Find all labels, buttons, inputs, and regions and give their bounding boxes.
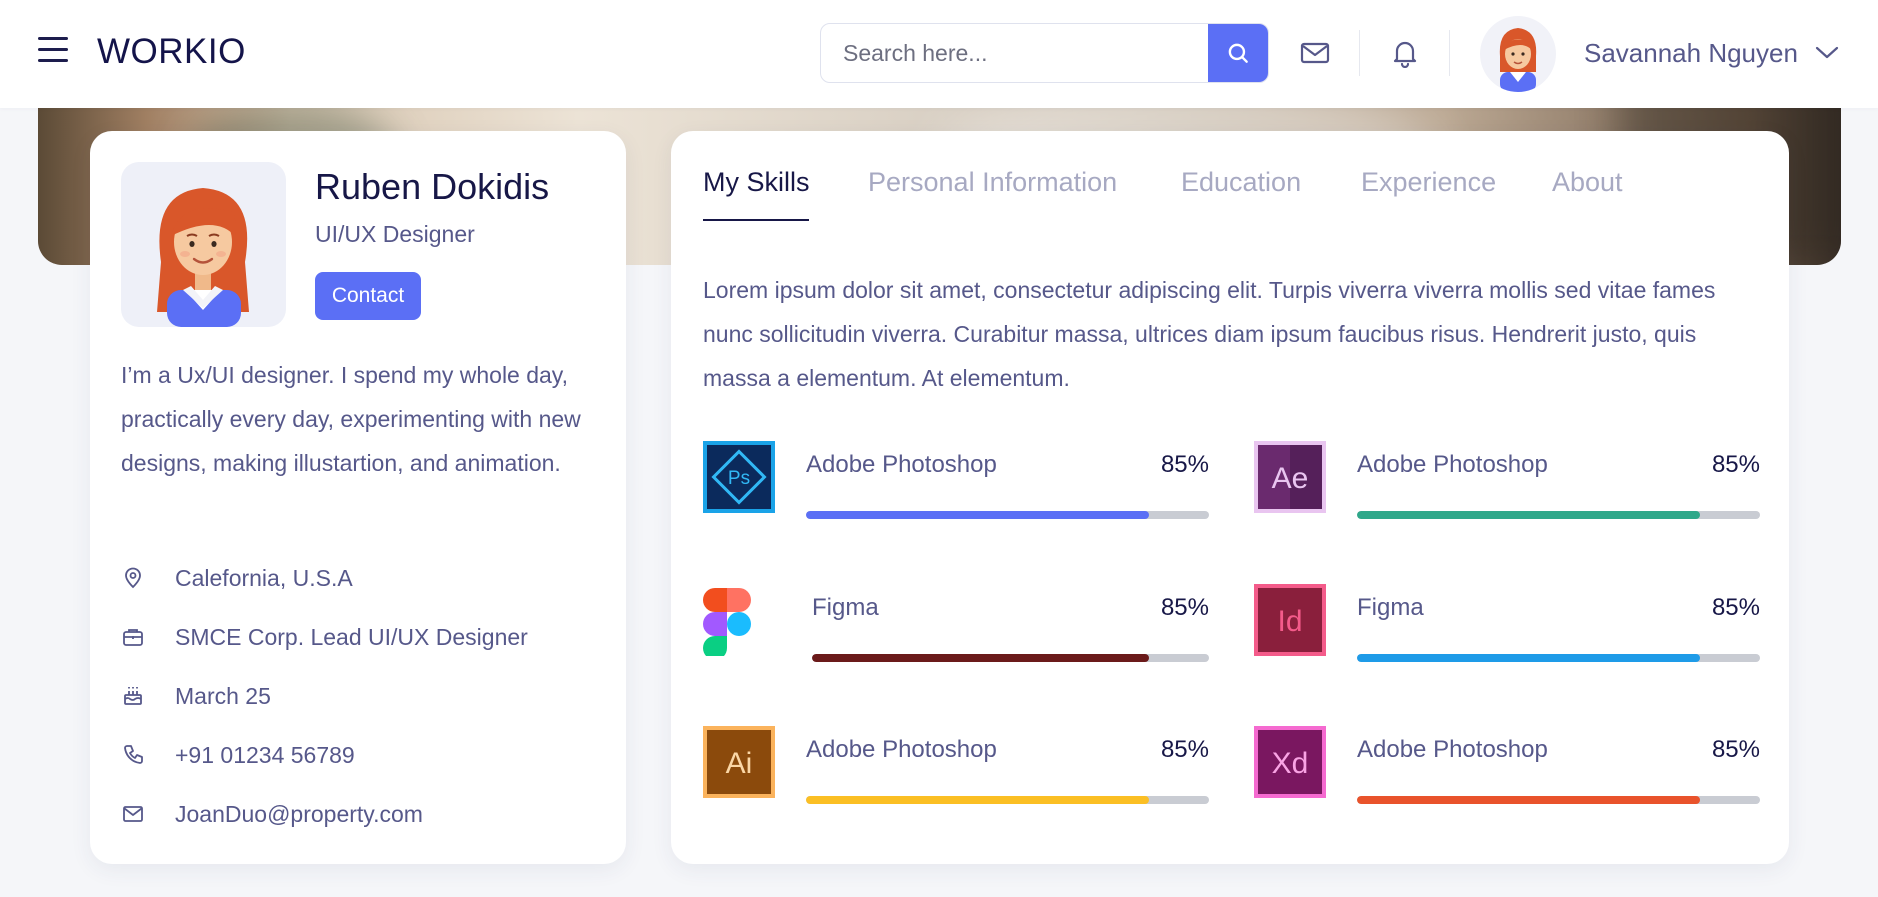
skill-item: Ae Adobe Photoshop 85% — [1254, 441, 1760, 521]
skill-percent: 85% — [1160, 451, 1209, 478]
skill-progress-track — [806, 796, 1209, 804]
skill-percent: 85% — [1160, 736, 1209, 763]
briefcase-icon — [121, 625, 145, 649]
skill-progress-track — [806, 511, 1209, 519]
skill-name: Adobe Photoshop — [806, 736, 997, 763]
skill-name: Figma — [812, 594, 879, 621]
bell-icon — [1393, 41, 1417, 68]
skill-name: Adobe Photoshop — [1357, 451, 1548, 478]
hamburger-menu-icon[interactable] — [38, 37, 70, 67]
svg-text:Xd: Xd — [1272, 747, 1309, 780]
skill-item: Ps Adobe Photoshop 85% — [703, 441, 1209, 521]
notification-button[interactable] — [1388, 36, 1422, 70]
info-birthday-text: March 25 — [175, 682, 271, 709]
active-tab-indicator — [703, 219, 809, 221]
skills-description: Lorem ipsum dolor sit amet, consectetur … — [703, 277, 1716, 391]
skill-progress-track — [812, 654, 1209, 662]
info-phone-text[interactable]: +91 01234 56789 — [175, 742, 355, 769]
skill-item: Ai Adobe Photoshop 85% — [703, 726, 1209, 806]
skill-percent: 85% — [1160, 594, 1209, 621]
svg-text:Ps: Ps — [728, 468, 750, 489]
info-company-text: SMCE Corp. Lead UI/UX Designer — [175, 623, 528, 650]
svg-text:Ai: Ai — [726, 747, 753, 780]
info-location: Calefornia, U.S.A — [121, 558, 353, 598]
birthday-cake-icon — [121, 684, 145, 708]
chevron-down-icon[interactable] — [1815, 44, 1839, 60]
info-location-text: Calefornia, U.S.A — [175, 564, 353, 591]
header-divider — [1449, 30, 1450, 76]
search-button[interactable] — [1208, 24, 1268, 82]
skill-item: Xd Adobe Photoshop 85% — [1254, 726, 1760, 806]
info-email: JoanDuo@property.com — [121, 794, 423, 834]
skill-progress-fill — [1357, 654, 1700, 662]
tab-personal-information[interactable]: Personal Information — [868, 167, 1117, 198]
indesign-icon: Id — [1254, 584, 1326, 656]
mail-icon — [1300, 42, 1330, 64]
skill-percent: 85% — [1711, 594, 1760, 621]
brand-logo[interactable]: WORKIO — [97, 32, 246, 72]
skill-name: Adobe Photoshop — [806, 451, 997, 478]
profile-bio: I’m a Ux/UI designer. I spend my whole d… — [121, 362, 581, 476]
skill-percent: 85% — [1711, 451, 1760, 478]
tab-education[interactable]: Education — [1181, 167, 1301, 198]
tab-my-skills[interactable]: My Skills — [703, 167, 810, 198]
skill-item: Id Figma 85% — [1254, 584, 1760, 664]
tab-about[interactable]: About — [1552, 167, 1623, 198]
phone-icon — [121, 743, 145, 767]
search-icon — [1228, 43, 1248, 63]
skill-name: Figma — [1357, 594, 1424, 621]
info-phone: +91 01234 56789 — [121, 735, 355, 775]
user-avatar[interactable] — [1480, 16, 1556, 92]
xd-icon: Xd — [1254, 726, 1326, 798]
profile-name: Ruben Dokidis — [315, 166, 550, 207]
tab-experience[interactable]: Experience — [1361, 167, 1496, 198]
info-company: SMCE Corp. Lead UI/UX Designer — [121, 617, 528, 657]
skill-progress-track — [1357, 511, 1760, 519]
mail-icon — [121, 802, 145, 826]
illustrator-icon: Ai — [703, 726, 775, 798]
photoshop-icon: Ps — [703, 441, 775, 513]
svg-text:Ae: Ae — [1272, 462, 1309, 495]
search-bar — [820, 23, 1269, 83]
info-birthday: March 25 — [121, 676, 271, 716]
skill-progress-fill — [1357, 511, 1700, 519]
skill-percent: 85% — [1711, 736, 1760, 763]
skill-progress-fill — [1357, 796, 1700, 804]
skill-progress-fill — [806, 511, 1149, 519]
skill-progress-fill — [806, 796, 1149, 804]
after-effects-icon: Ae — [1254, 441, 1326, 513]
search-input[interactable] — [843, 24, 1213, 82]
contact-button[interactable]: Contact — [315, 272, 421, 320]
skills-card: My Skills Personal Information Education… — [671, 131, 1789, 864]
figma-icon — [703, 584, 775, 660]
top-navbar: WORKIO Savannah Nguyen — [0, 0, 1878, 108]
profile-avatar — [121, 162, 286, 327]
info-email-text[interactable]: JoanDuo@property.com — [175, 801, 423, 828]
mail-button[interactable] — [1298, 36, 1332, 70]
skill-item: Figma 85% — [703, 584, 1209, 664]
skill-progress-track — [1357, 654, 1760, 662]
header-divider — [1359, 30, 1360, 76]
skill-name: Adobe Photoshop — [1357, 736, 1548, 763]
svg-text:Id: Id — [1277, 605, 1302, 638]
user-name[interactable]: Savannah Nguyen — [1584, 38, 1798, 69]
profile-card: Ruben Dokidis UI/UX Designer Contact I’m… — [90, 131, 626, 864]
skill-progress-track — [1357, 796, 1760, 804]
skill-progress-fill — [812, 654, 1150, 662]
location-pin-icon — [121, 566, 145, 590]
profile-role: UI/UX Designer — [315, 221, 475, 247]
